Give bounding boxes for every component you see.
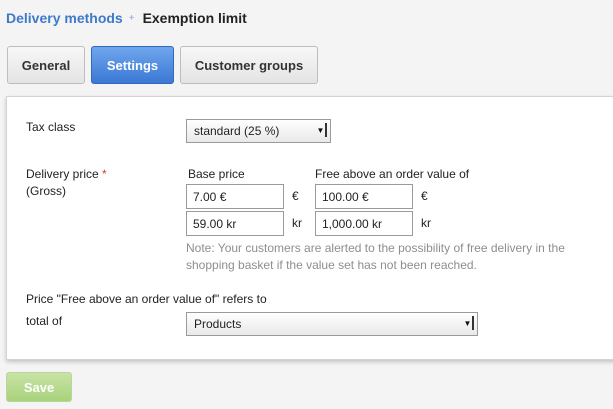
base-price-eur-input[interactable]: [186, 184, 284, 209]
free-above-eur-unit: €: [421, 189, 428, 203]
free-above-eur-input[interactable]: [315, 184, 413, 209]
breadcrumb-separator: +: [128, 12, 135, 24]
page-title: Exemption limit: [142, 10, 247, 26]
tab-general[interactable]: General: [7, 46, 85, 84]
refers-to-value: Products: [194, 317, 242, 331]
free-above-kr-input[interactable]: [315, 211, 413, 236]
delivery-price-label: Delivery price *: [26, 167, 107, 181]
free-above-kr-unit: kr: [421, 216, 431, 230]
refers-to-select[interactable]: Products ▼: [186, 312, 478, 336]
breadcrumb: Delivery methods + Exemption limit: [6, 9, 247, 27]
free-above-header: Free above an order value of: [315, 167, 470, 181]
dropdown-arrow-icon: ▼: [464, 316, 474, 330]
tax-class-label: Tax class: [26, 120, 76, 134]
base-price-kr-input[interactable]: [186, 211, 284, 236]
tab-settings[interactable]: Settings: [91, 46, 174, 84]
base-price-eur-unit: €: [292, 189, 299, 203]
tab-customer-groups[interactable]: Customer groups: [180, 46, 318, 84]
save-button[interactable]: Save: [6, 372, 72, 402]
required-asterisk: *: [102, 167, 107, 181]
free-delivery-note: Note: Your customers are alerted to the …: [186, 241, 565, 272]
total-of-label: total of: [26, 314, 63, 328]
base-price-header: Base price: [188, 167, 245, 181]
base-price-kr-unit: kr: [292, 216, 302, 230]
gross-label: (Gross): [26, 184, 66, 198]
refers-to-label: Price "Free above an order value of" ref…: [26, 292, 267, 306]
tax-class-select[interactable]: standard (25 %) ▼: [186, 119, 331, 143]
dropdown-arrow-icon: ▼: [317, 123, 327, 137]
breadcrumb-link-delivery-methods[interactable]: Delivery methods: [6, 10, 123, 26]
tax-class-value: standard (25 %): [194, 124, 280, 138]
